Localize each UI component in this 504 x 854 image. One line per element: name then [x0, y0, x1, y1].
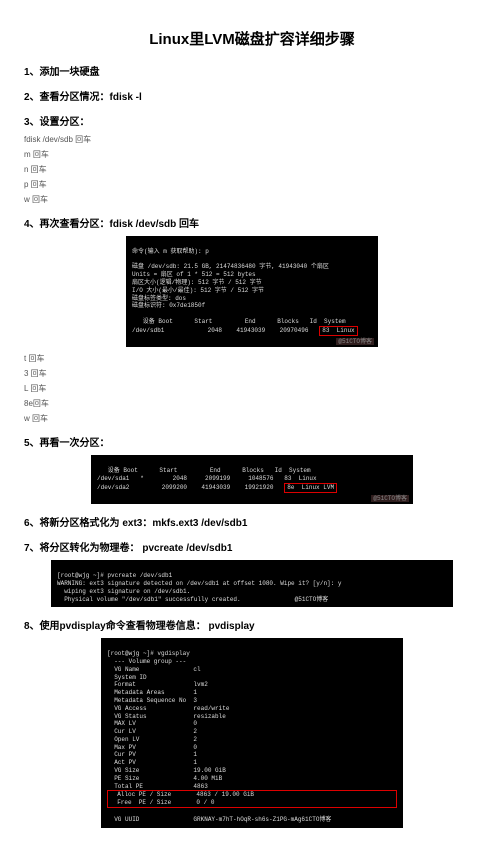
cmd-line: t 回车: [24, 353, 480, 364]
term-line: Act PV 1: [107, 759, 197, 766]
highlight-id-system: 8e Linux LVM: [284, 483, 337, 493]
term-line: VG Access read/write: [107, 705, 229, 712]
cmd-line: 8e回车: [24, 398, 480, 409]
term-line: Metadata Areas 1: [107, 689, 197, 696]
cmd-line: 3 回车: [24, 368, 480, 379]
term-line: Metadata Sequence No 3: [107, 697, 197, 704]
terminal-output-2: 设备 Boot Start End Blocks Id System /dev/…: [91, 455, 413, 504]
term-line: System ID: [107, 674, 147, 681]
cmd-line: w 回车: [24, 413, 480, 424]
term-line: Cur LV 2: [107, 728, 197, 735]
highlight-free-pe: Alloc PE / Size 4863 / 19.00 GiB Free PE…: [107, 790, 397, 808]
term-line: 设备 Boot Start End Blocks Id System: [132, 318, 346, 325]
term-line: WARNING: ext3 signature detected on /dev…: [57, 580, 341, 587]
term-line: Format lvm2: [107, 681, 208, 688]
cmd-line: fdisk /dev/sdb 回车: [24, 134, 480, 145]
term-line: Max PV 0: [107, 744, 197, 751]
term-line: [root@wjg ~]# vgdisplay: [107, 650, 190, 657]
term-line: 磁盘标识符: 0x7de1850f: [132, 302, 205, 309]
term-line: wiping ext3 signature on /dev/sdb1.: [57, 588, 190, 595]
term-line: [root@wjg ~]# pvcreate /dev/sdb1: [57, 572, 172, 579]
term-line: VG Status resizable: [107, 713, 226, 720]
watermark: @51CTO博客: [336, 338, 374, 346]
term-line: Free PE / Size 0 / 0: [110, 799, 214, 806]
section-4: 4、再次查看分区：fdisk /dev/sdb 回车: [24, 215, 480, 230]
term-line: Physical volume "/dev/sdb1" successfully…: [57, 596, 328, 603]
section-5: 5、再看一次分区：: [24, 434, 480, 449]
section-8: 8、使用pvdisplay命令查看物理卷信息： pvdisplay: [24, 617, 480, 632]
section-1: 1、添加一块硬盘: [24, 63, 480, 78]
page-title: Linux里LVM磁盘扩容详细步骤: [24, 28, 480, 49]
cmd-line: L 回车: [24, 383, 480, 394]
section-3: 3、设置分区：: [24, 113, 480, 128]
term-line: MAX LV 0: [107, 720, 197, 727]
term-line: Open LV 2: [107, 736, 197, 743]
term-line: PE Size 4.00 MiB: [107, 775, 222, 782]
term-line: 命令(输入 m 获取帮助): p: [132, 248, 209, 255]
term-line: Alloc PE / Size 4863 / 19.00 GiB: [110, 791, 254, 798]
term-line: Cur PV 1: [107, 751, 197, 758]
term-line: /dev/sda1 * 2048 2099199 1048576 83 Linu…: [97, 475, 317, 482]
term-line: I/O 大小(最小/最佳): 512 字节 / 512 字节: [132, 287, 264, 294]
term-line: 扇区大小(逻辑/物理): 512 字节 / 512 字节: [132, 279, 262, 286]
highlight-id-system: 83 Linux: [319, 326, 357, 336]
cmd-line: n 回车: [24, 164, 480, 175]
term-line: VG Size 19.00 GiB: [107, 767, 226, 774]
cmd-line: w 回车: [24, 194, 480, 205]
section-7: 7、将分区转化为物理卷： pvcreate /dev/sdb1: [24, 539, 480, 554]
term-line: 设备 Boot Start End Blocks Id System: [97, 467, 311, 474]
term-line: 磁盘标签类型: dos: [132, 295, 186, 302]
terminal-output-3: [root@wjg ~]# pvcreate /dev/sdb1 WARNING…: [51, 560, 453, 607]
term-line: VG Name cl: [107, 666, 201, 673]
terminal-output-1: 命令(输入 m 获取帮助): p 磁盘 /dev/sdb: 21.5 GB, 2…: [126, 236, 378, 347]
term-line: --- Volume group ---: [107, 658, 186, 665]
terminal-output-4: [root@wjg ~]# vgdisplay --- Volume group…: [101, 638, 403, 827]
term-line: 磁盘 /dev/sdb: 21.5 GB, 21474836480 字节, 41…: [132, 263, 329, 270]
cmd-line: p 回车: [24, 179, 480, 190]
term-line: Units = 扇区 of 1 * 512 = 512 bytes: [132, 271, 256, 278]
term-line: VG UUID GRKNAY-m7hT-hOqR-sh6s-Z1PG-mAg61…: [107, 816, 331, 823]
cmd-line: m 回车: [24, 149, 480, 160]
section-2: 2、查看分区情况：fdisk -l: [24, 88, 480, 103]
term-line: Total PE 4863: [107, 783, 208, 790]
section-6: 6、将新分区格式化为 ext3：mkfs.ext3 /dev/sdb1: [24, 514, 480, 529]
watermark: @51CTO博客: [371, 495, 409, 503]
